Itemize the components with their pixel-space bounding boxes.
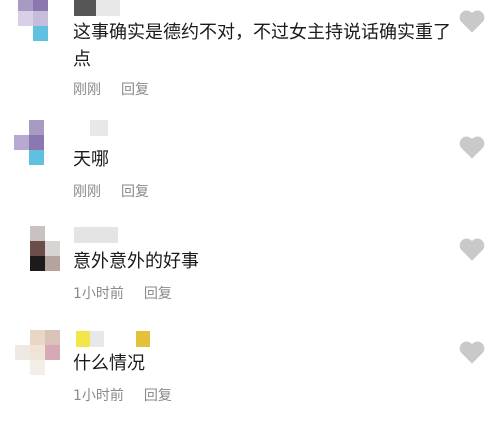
comment-meta: 1小时前 回复 bbox=[73, 385, 172, 405]
comment-time: 刚刚 bbox=[73, 184, 101, 200]
heart-icon[interactable] bbox=[458, 134, 486, 160]
reply-button[interactable]: 回复 bbox=[144, 388, 172, 404]
avatar[interactable] bbox=[14, 0, 60, 42]
comment-text: 这事确实是德约不对，不过女主持说话确实重了点 bbox=[73, 22, 451, 70]
avatar[interactable] bbox=[14, 330, 60, 376]
heart-icon[interactable] bbox=[458, 236, 486, 262]
comment-text: 天哪 bbox=[73, 149, 109, 170]
reply-button[interactable]: 回复 bbox=[144, 286, 172, 302]
comment-meta: 1小时前 回复 bbox=[73, 283, 172, 303]
comment-time: 刚刚 bbox=[73, 82, 101, 98]
avatar[interactable] bbox=[14, 120, 60, 166]
reply-button[interactable]: 回复 bbox=[121, 184, 149, 200]
comment-text: 意外意外的好事 bbox=[73, 251, 199, 272]
comment-time: 1小时前 bbox=[73, 286, 124, 302]
comment-text: 什么情况 bbox=[73, 353, 145, 374]
reply-button[interactable]: 回复 bbox=[121, 82, 149, 98]
comment-meta: 刚刚 回复 bbox=[73, 181, 149, 201]
avatar[interactable] bbox=[14, 226, 60, 272]
comment-meta: 刚刚 回复 bbox=[73, 79, 149, 99]
heart-icon[interactable] bbox=[458, 8, 486, 34]
comment-time: 1小时前 bbox=[73, 388, 124, 404]
heart-icon[interactable] bbox=[458, 339, 486, 365]
